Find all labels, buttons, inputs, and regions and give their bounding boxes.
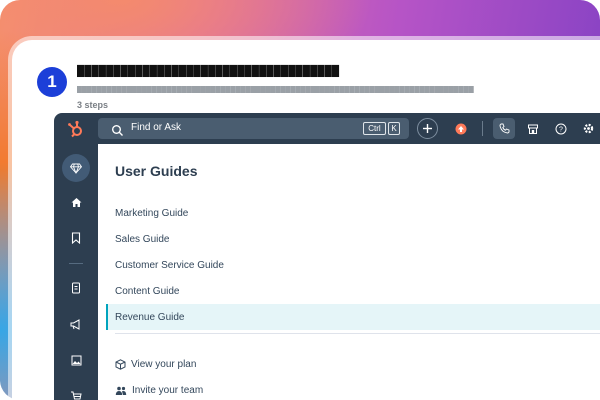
sidebar-item-commerce[interactable] (66, 386, 86, 400)
guide-item-label: Revenue Guide (115, 311, 185, 323)
megaphone-icon (70, 318, 80, 330)
cube-icon (115, 358, 126, 370)
marketplace-button[interactable] (522, 118, 543, 139)
step-description: ████████████████████████████████████████… (77, 86, 474, 93)
contacts-icon (72, 282, 80, 294)
guide-item-label: Sales Guide (115, 233, 170, 245)
topbar-divider (482, 121, 483, 136)
step-title: ████████████████████████████████████ (77, 66, 340, 77)
sidebar-item-content[interactable] (66, 350, 86, 370)
user-guides-menu: User Guides Marketing Guide Sales Guide Cu… (98, 144, 600, 400)
step-number-badge: 1 (37, 67, 67, 97)
sidebar-divider (69, 263, 83, 264)
sidebar-item-crm[interactable] (66, 278, 86, 298)
sidebar-item-bookmarks[interactable] (66, 228, 86, 248)
calling-button[interactable] (493, 118, 515, 139)
hubspot-logo-icon[interactable] (66, 119, 86, 139)
help-icon: ? (555, 123, 566, 134)
home-icon (71, 197, 81, 207)
menu-divider (115, 333, 600, 334)
guide-item-revenue-guide[interactable]: Revenue Guide (106, 304, 600, 330)
step-count: 3 steps (77, 100, 109, 110)
guide-item-marketing-guide[interactable]: Marketing Guide (106, 200, 600, 226)
left-sidebar (54, 144, 98, 400)
search-icon (111, 122, 124, 136)
upgrade-button[interactable] (450, 118, 471, 139)
guide-item-content-guide[interactable]: Content Guide (106, 278, 600, 304)
create-button[interactable] (417, 118, 438, 139)
sidebar-item-upgrade[interactable] (62, 154, 90, 182)
plus-icon (423, 124, 432, 133)
hubspot-app-screenshot: Find or Ask Ctrl K ? User Guides Marketi… (54, 113, 600, 400)
guide-item-label: Customer Service Guide (115, 259, 224, 271)
guide-item-customer-service-guide[interactable]: Customer Service Guide (106, 252, 600, 278)
view-plan-label: View your plan (131, 358, 197, 370)
phone-icon (499, 123, 509, 134)
svg-text:?: ? (559, 126, 563, 133)
help-button[interactable]: ? (550, 118, 571, 139)
guide-item-label: Marketing Guide (115, 207, 189, 219)
search-placeholder: Find or Ask (131, 122, 182, 133)
marketplace-icon (527, 124, 538, 134)
cart-icon (71, 391, 82, 399)
settings-button[interactable] (578, 118, 599, 139)
view-plan-link[interactable]: View your plan (115, 356, 196, 372)
bookmark-icon (71, 232, 81, 244)
shortcut-k-key: K (388, 122, 400, 135)
invite-team-label: Invite your team (132, 384, 204, 396)
sidebar-item-home[interactable] (66, 192, 86, 212)
invite-team-link[interactable]: Invite your team (115, 382, 203, 398)
top-navigation-bar: Find or Ask Ctrl K ? (54, 113, 600, 144)
diamond-icon (70, 163, 82, 174)
settings-icon (583, 123, 594, 134)
shortcut-ctrl-key: Ctrl (363, 122, 386, 135)
search-input[interactable]: Find or Ask Ctrl K (98, 118, 409, 139)
upgrade-icon (455, 123, 466, 134)
guide-item-label: Content Guide (115, 285, 180, 297)
user-guides-title: User Guides (115, 163, 198, 179)
guide-item-sales-guide[interactable]: Sales Guide (106, 226, 600, 252)
team-icon (115, 386, 127, 395)
image-icon (71, 355, 81, 365)
sidebar-item-marketing[interactable] (66, 314, 86, 334)
